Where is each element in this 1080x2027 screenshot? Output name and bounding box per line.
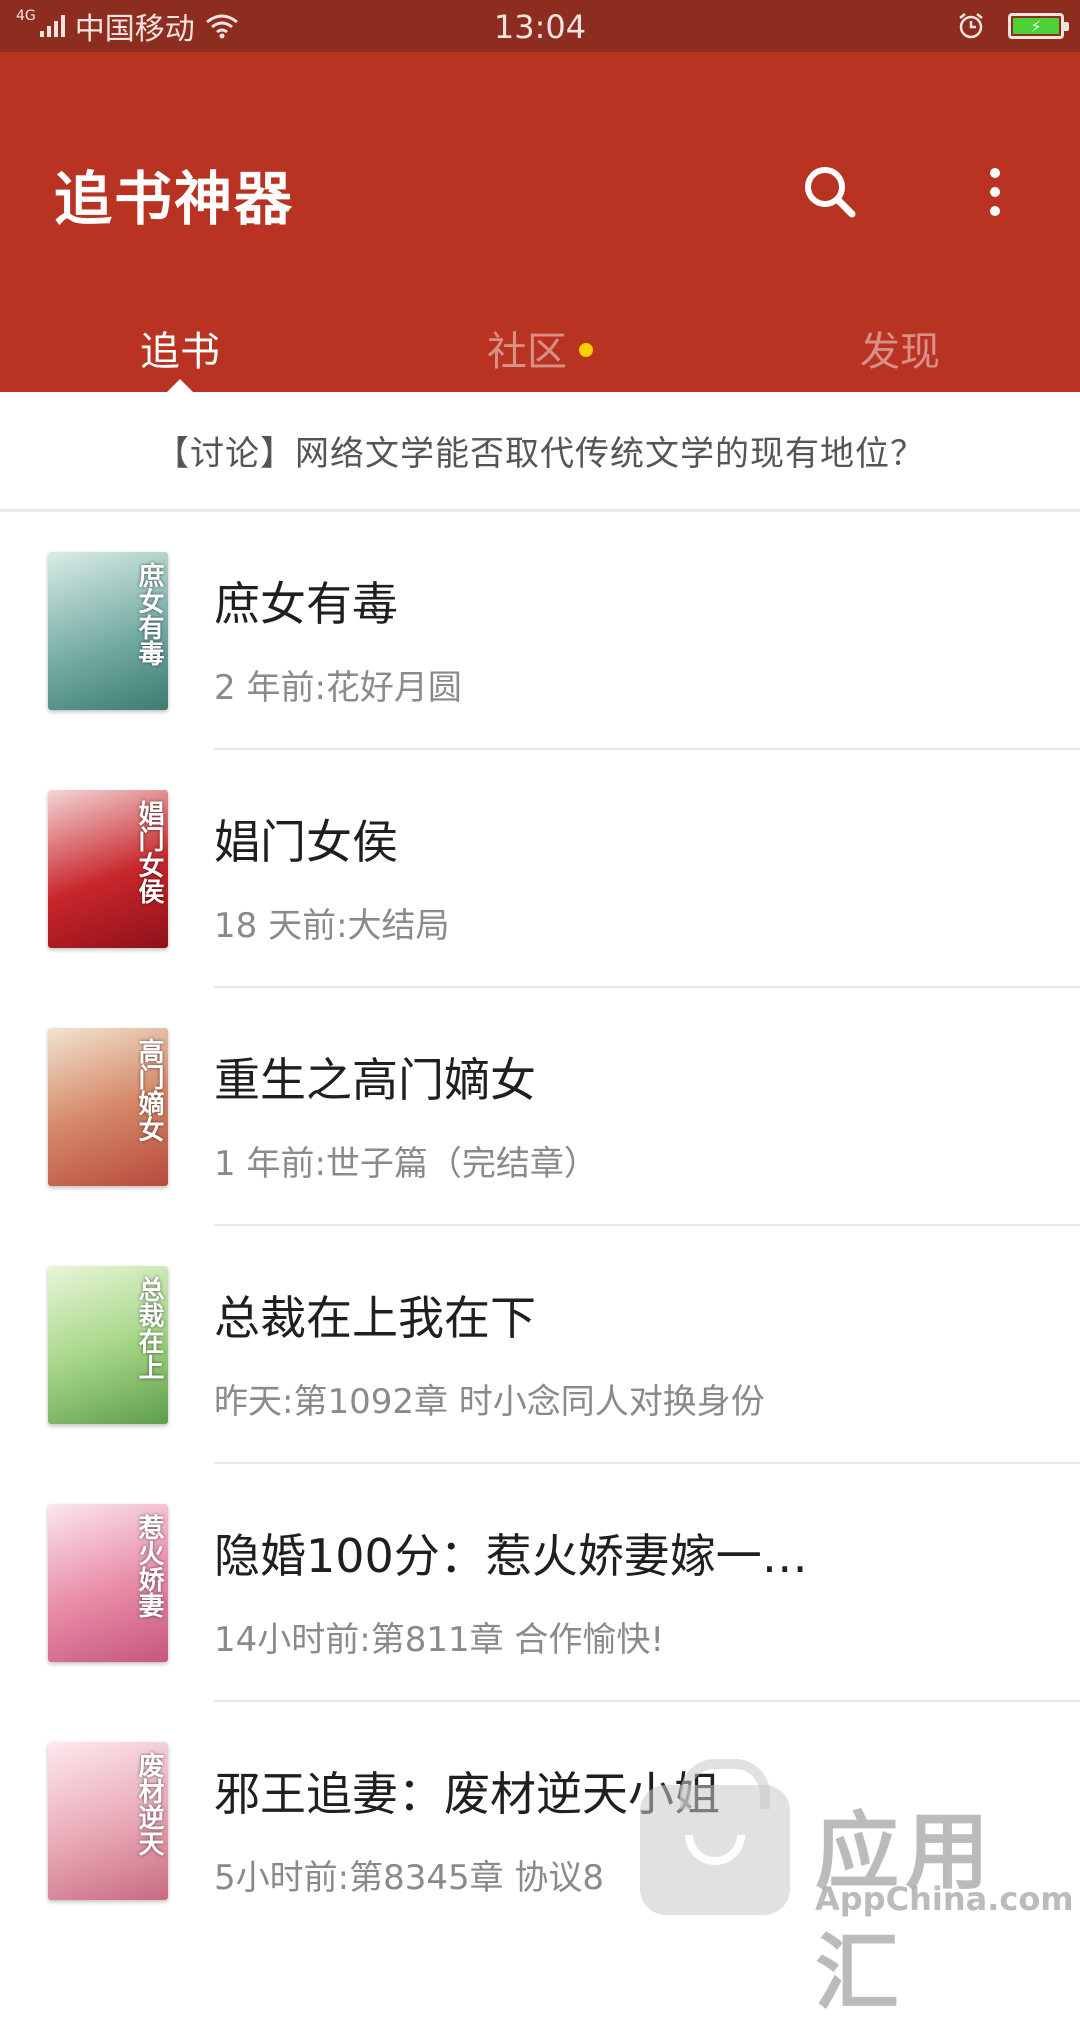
status-right: ⚡ xyxy=(956,11,1069,41)
book-update: 2 年前:花好月圆 xyxy=(214,668,462,708)
book-cover: 娼门女侯 xyxy=(48,790,168,948)
book-title: 重生之高门嫡女 xyxy=(214,1053,536,1107)
status-left: 4G 中国移动 xyxy=(16,4,239,48)
app-bar: 追书神器 追书 社区 发现 xyxy=(0,52,1080,393)
wifi-icon xyxy=(205,14,238,39)
battery-charging-icon: ⚡ xyxy=(1008,13,1069,39)
tab-bar: 追书 社区 发现 xyxy=(0,312,1080,393)
book-list: 庶女有毒 庶女有毒 2 年前:花好月圆 娼门女侯 娼门女侯 18 天前:大结局 … xyxy=(0,512,1080,1940)
book-title: 总裁在上我在下 xyxy=(214,1291,536,1345)
banner-text: 【讨论】网络文学能否取代传统文学的现有地位？ xyxy=(155,434,925,474)
book-item[interactable]: 废材逆天 邪王追妻：废材逆天小姐 5小时前:第8345章 协议8 xyxy=(0,1702,1080,1940)
tab-discover[interactable]: 发现 xyxy=(720,312,1080,392)
book-title: 隐婚100分：惹火娇妻嫁一… xyxy=(214,1529,808,1583)
tab-label: 发现 xyxy=(860,329,940,375)
book-cover: 总裁在上 xyxy=(48,1266,168,1424)
book-item[interactable]: 惹火娇妻 隐婚100分：惹火娇妻嫁一… 14小时前:第811章 合作愉快! xyxy=(0,1464,1080,1702)
tab-community[interactable]: 社区 xyxy=(360,312,720,392)
tab-label: 社区 xyxy=(487,329,567,375)
book-update: 14小时前:第811章 合作愉快! xyxy=(214,1620,665,1660)
book-update: 5小时前:第8345章 协议8 xyxy=(214,1858,605,1898)
status-bar: 4G 中国移动 13:04 ⚡ xyxy=(0,0,1080,52)
new-dot-badge xyxy=(579,343,593,357)
network-type: 4G xyxy=(16,8,36,24)
book-update: 18 天前:大结局 xyxy=(214,906,450,946)
book-update: 昨天:第1092章 时小念同人对换身份 xyxy=(214,1382,765,1422)
book-title: 娼门女侯 xyxy=(214,815,398,869)
active-tab-indicator xyxy=(166,379,194,393)
book-title: 庶女有毒 xyxy=(214,577,398,631)
tab-zhuishu[interactable]: 追书 xyxy=(0,312,360,393)
book-item[interactable]: 高门嫡女 重生之高门嫡女 1 年前:世子篇（完结章） xyxy=(0,988,1080,1226)
tab-label: 追书 xyxy=(140,329,220,375)
book-cover: 庶女有毒 xyxy=(48,552,168,710)
book-item[interactable]: 娼门女侯 娼门女侯 18 天前:大结局 xyxy=(0,750,1080,988)
book-item[interactable]: 庶女有毒 庶女有毒 2 年前:花好月圆 xyxy=(0,512,1080,750)
signal-icon xyxy=(39,15,65,37)
book-update: 1 年前:世子篇（完结章） xyxy=(214,1144,598,1184)
search-icon xyxy=(805,167,856,218)
more-vertical-icon xyxy=(990,168,1000,216)
book-cover: 高门嫡女 xyxy=(48,1028,168,1186)
book-cover: 惹火娇妻 xyxy=(48,1504,168,1662)
carrier-name: 中国移动 xyxy=(74,12,195,47)
book-title: 邪王追妻：废材逆天小姐 xyxy=(214,1767,720,1821)
book-cover: 废材逆天 xyxy=(48,1742,168,1900)
search-button[interactable] xyxy=(800,162,860,222)
book-item[interactable]: 总裁在上 总裁在上我在下 昨天:第1092章 时小念同人对换身份 xyxy=(0,1226,1080,1464)
app-title: 追书神器 xyxy=(54,165,295,233)
more-options-button[interactable] xyxy=(965,162,1025,222)
alarm-icon xyxy=(959,13,983,39)
discussion-banner[interactable]: 【讨论】网络文学能否取代传统文学的现有地位？ xyxy=(0,392,1080,512)
